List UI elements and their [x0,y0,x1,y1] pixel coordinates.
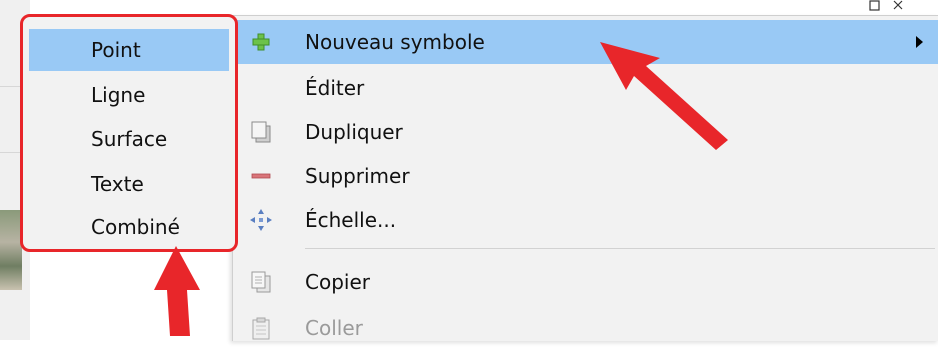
annotation-arrows [154,42,728,336]
annotation-arrow-icon [154,246,200,336]
annotation-arrow-icon [600,42,728,150]
